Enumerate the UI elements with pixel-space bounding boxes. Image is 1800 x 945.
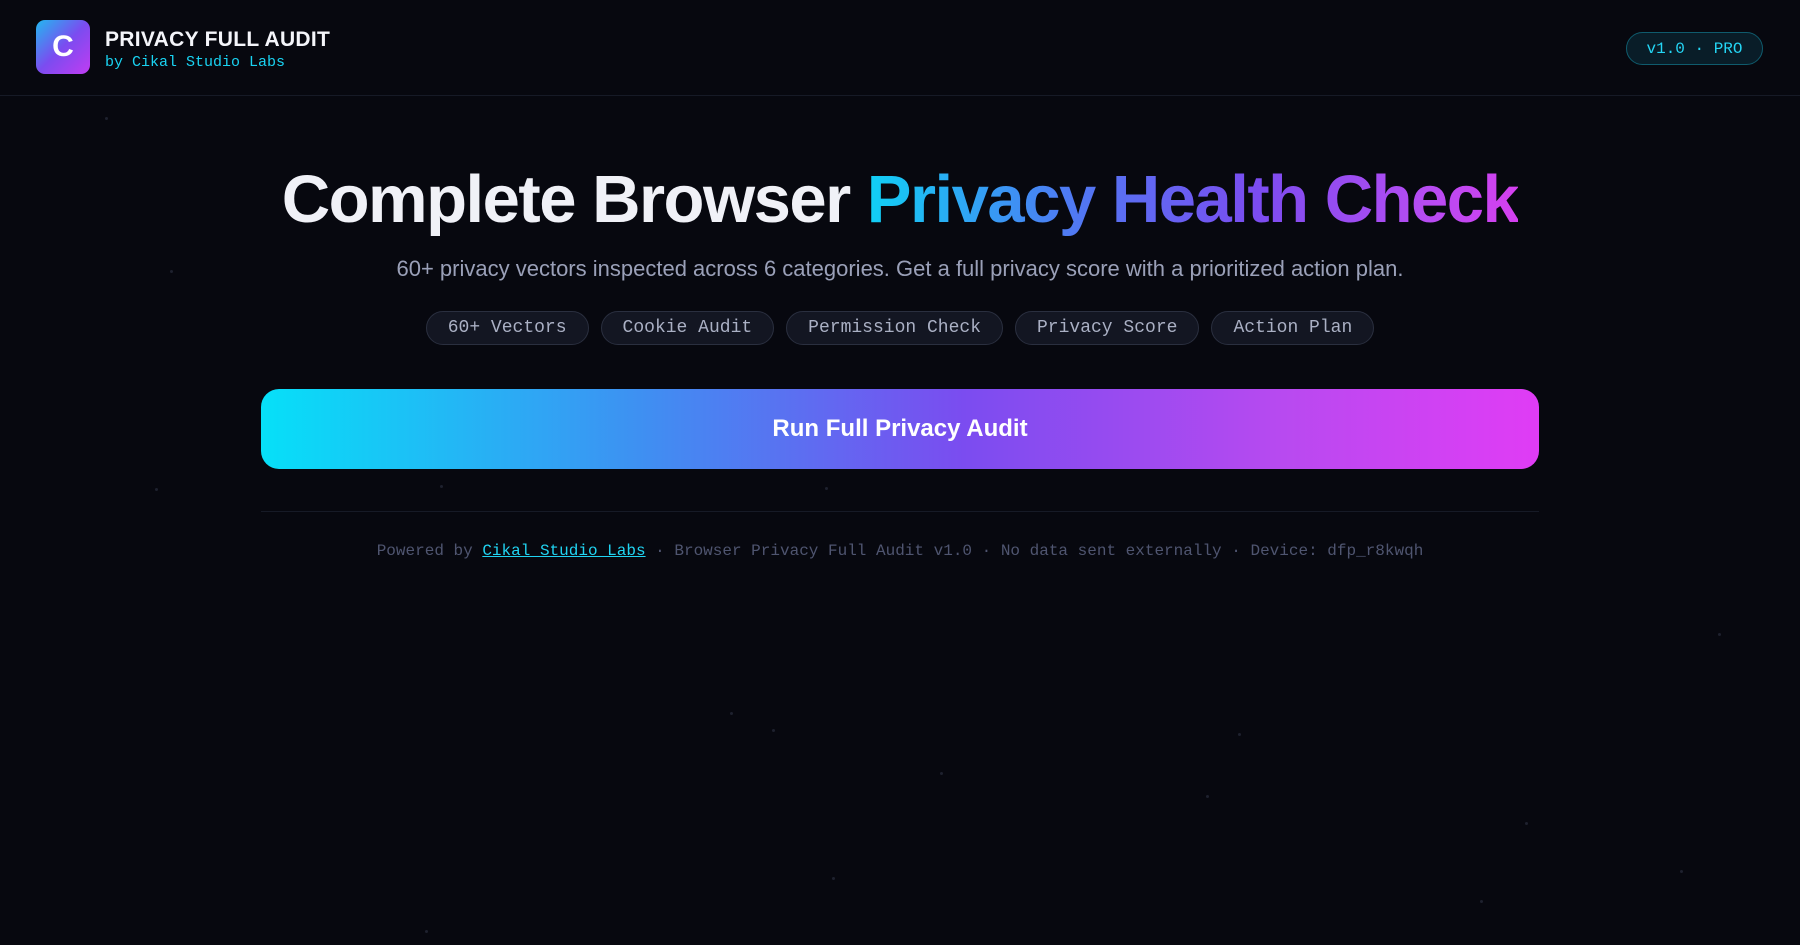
background-starfield [0,0,1800,945]
chip-privacy-score: Privacy Score [1015,311,1200,345]
hero-title: Complete Browser Privacy Health Check [0,160,1800,240]
chip-action-plan: Action Plan [1211,311,1375,345]
version-badge: v1.0 · PRO [1626,32,1763,65]
footer-divider [261,511,1539,512]
app-title: PRIVACY FULL AUDIT [105,28,331,51]
hero-title-gradient: Privacy Health Check [866,162,1520,237]
app-subtitle: by Cikal Studio Labs [105,54,286,71]
hero-title-plain: Complete Browser [281,162,851,237]
app-logo: C [36,20,90,74]
footer-info: · Browser Privacy Full Audit v1.0 · No d… [645,542,1424,560]
footer: Powered by Cikal Studio Labs · Browser P… [0,542,1800,560]
cikal-studio-link[interactable]: Cikal Studio Labs [482,542,645,560]
feature-chips: 60+ Vectors Cookie Audit Permission Chec… [0,311,1800,345]
top-bar: C PRIVACY FULL AUDIT by Cikal Studio Lab… [0,0,1800,96]
footer-prefix: Powered by [376,542,483,560]
logo-letter: C [52,30,74,63]
chip-vectors: 60+ Vectors [425,311,589,345]
hero-subtitle: 60+ privacy vectors inspected across 6 c… [396,256,1404,281]
chip-cookie-audit: Cookie Audit [600,311,775,345]
run-audit-button[interactable]: Run Full Privacy Audit [261,389,1539,469]
chip-permission-check: Permission Check [786,311,1003,345]
